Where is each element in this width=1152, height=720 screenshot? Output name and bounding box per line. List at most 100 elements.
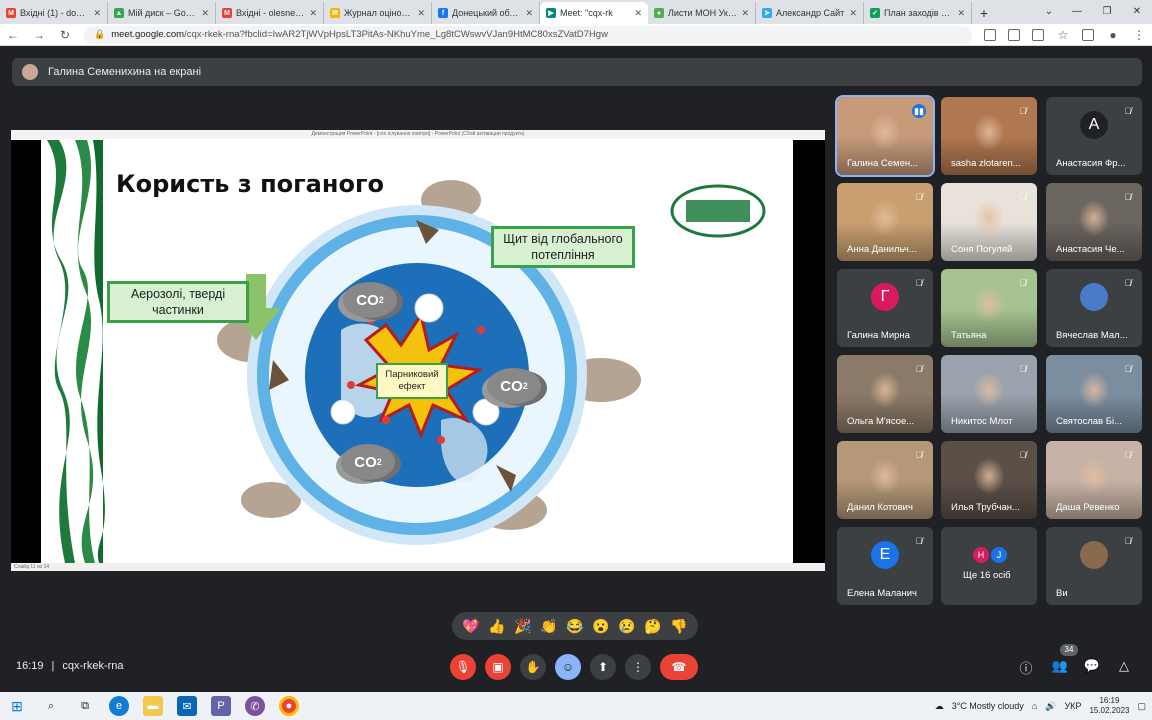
maximize-icon[interactable]: ❐ [1092, 0, 1122, 22]
chrome-icon[interactable]: ● [279, 696, 299, 716]
participant-tile[interactable]: 🎙̸ Вячеслав Мал... [1046, 269, 1142, 347]
participant-tile[interactable]: Г 🎙̸ Галина Мирна [837, 269, 933, 347]
share-icon[interactable] [1032, 28, 1044, 41]
end-call-button[interactable]: ☎ [660, 654, 698, 680]
close-tab-icon[interactable]: ✕ [634, 8, 642, 19]
green-wave-border [41, 140, 105, 563]
participant-tile[interactable]: А 🎙̸ Анастасия Фр... [1046, 97, 1142, 175]
forward-icon[interactable]: → [32, 28, 46, 42]
mic-off-button[interactable]: 🎙 [450, 654, 476, 680]
new-tab-button[interactable]: + [972, 2, 996, 24]
participant-tile[interactable]: 🎙̸ Никитос Млот [941, 355, 1037, 433]
viber-icon[interactable]: ✆ [245, 696, 265, 716]
close-tab-icon[interactable]: ✕ [741, 8, 749, 19]
windows-start-icon[interactable]: ⊞ [7, 696, 27, 716]
tab-search-icon[interactable]: ⌄ [1034, 0, 1064, 22]
reaction-emoji[interactable]: 👎 [670, 618, 687, 635]
participant-name: Вячеслав Мал... [1056, 330, 1128, 341]
sidebar-icon[interactable] [1082, 28, 1094, 41]
chat-icon: 💬 [1083, 658, 1101, 673]
mic-muted-icon: 🎙̸ [1124, 536, 1132, 546]
participant-tile[interactable]: ▮▮ Галина Семен... [835, 95, 935, 177]
participant-tile[interactable]: 🎙̸ Данил Котович [837, 441, 933, 519]
browser-tab[interactable]: ▲ Мій диск – Google ✕ [108, 2, 216, 24]
participant-tile[interactable]: 🎙̸ Илья Трубчан... [941, 441, 1037, 519]
url-field[interactable]: 🔒 meet.google.com/cqx-rkek-rna?fbclid=Iw… [84, 25, 972, 44]
browser-tab[interactable]: ➤ Александр Сайт ✕ [756, 2, 864, 24]
mic-muted-icon: 🎙̸ [1124, 106, 1132, 116]
browser-tab[interactable]: M Вхідні (1) - donce ✕ [0, 2, 108, 24]
search-icon[interactable]: ⌕ [41, 696, 61, 716]
close-tab-icon[interactable]: ✕ [957, 8, 965, 19]
weather-text[interactable]: 3°C Mostly cloudy [952, 701, 1024, 711]
network-icon[interactable]: ⌂ [1032, 701, 1037, 711]
reaction-emoji[interactable]: 😮 [592, 618, 609, 635]
participant-tile[interactable]: 🎙̸ sasha zlotaren... [941, 97, 1037, 175]
mail-icon[interactable]: ✉ [177, 696, 197, 716]
close-tab-icon[interactable]: ✕ [849, 8, 857, 19]
language-indicator[interactable]: УКР [1064, 701, 1081, 711]
participant-tile[interactable]: 🎙̸ Соня Погуляй [941, 183, 1037, 261]
reload-icon[interactable]: ↻ [58, 28, 72, 42]
participant-name: Данил Котович [847, 502, 913, 513]
minimize-icon[interactable]: — [1062, 0, 1092, 22]
browser-tab[interactable]: ● Листи МОН Украї ✕ [648, 2, 756, 24]
people-button[interactable]: 👥 [1050, 658, 1070, 676]
activities-button[interactable]: △ [1114, 658, 1134, 676]
reaction-emoji[interactable]: 🎉 [514, 618, 531, 635]
camera-indicator-icon[interactable] [984, 28, 996, 41]
present-button[interactable]: ⬆ [590, 654, 616, 680]
reactions-button[interactable]: ☺ [555, 654, 581, 680]
participant-tile[interactable]: Н J Ще 16 осіб [941, 527, 1037, 605]
chat-button[interactable]: 💬 [1082, 658, 1102, 676]
participant-tile[interactable]: 🎙̸ Анастасия Че... [1046, 183, 1142, 261]
close-tab-icon[interactable]: ✕ [201, 8, 209, 19]
reaction-emoji[interactable]: 💖 [462, 618, 479, 635]
participant-tile[interactable]: 🎙̸ Ольга М'ясое... [837, 355, 933, 433]
reaction-emoji[interactable]: 👍 [488, 618, 505, 635]
reaction-emoji[interactable]: 🤔 [644, 618, 661, 635]
browser-tab[interactable]: M Вхідні - olesnevic ✕ [216, 2, 324, 24]
reaction-emoji[interactable]: 😂 [566, 618, 583, 635]
app-p-icon[interactable]: P [211, 696, 231, 716]
browser-tab[interactable]: f Донецький облас ✕ [432, 2, 540, 24]
close-tab-icon[interactable]: ✕ [525, 8, 533, 19]
taskbar-clock[interactable]: 16:19 15.02.2023 [1089, 696, 1129, 716]
participant-name: Даша Ревенко [1056, 502, 1120, 513]
browser-tab-bar: M Вхідні (1) - donce ✕ ▲ Мій диск – Google ✕ M… [0, 0, 1152, 24]
meeting-details-button[interactable]: ⓘ [1016, 658, 1036, 676]
camera-off-button[interactable]: ▣ [485, 654, 511, 680]
profile-avatar-icon[interactable]: ● [1106, 28, 1120, 42]
participant-tile[interactable]: 🎙̸ Святослав Бі... [1046, 355, 1142, 433]
file-explorer-icon[interactable]: ▬ [143, 696, 163, 716]
back-icon[interactable]: ← [6, 28, 20, 42]
close-tab-icon[interactable]: ✕ [417, 8, 425, 19]
reaction-emoji[interactable]: 👏 [540, 618, 557, 635]
tab-title: План заходів НП [884, 8, 954, 18]
bookmark-star-icon[interactable]: ☆ [1056, 28, 1070, 42]
browser-tab[interactable]: ✓ План заходів НП ✕ [864, 2, 972, 24]
notifications-icon[interactable]: ▢ [1137, 701, 1146, 712]
browser-tab[interactable]: Ж Журнал оцінок: Г ✕ [324, 2, 432, 24]
close-tab-icon[interactable]: ✕ [309, 8, 317, 19]
reaction-emoji[interactable]: 😢 [618, 618, 635, 635]
close-tab-icon[interactable]: ✕ [93, 8, 101, 19]
browser-tab[interactable]: ▶ Meet: "cqx-rk ✕ [540, 2, 648, 24]
volume-icon[interactable]: 🔊 [1045, 701, 1056, 712]
more-options-button[interactable]: ⋮ [625, 654, 651, 680]
shield-box: Щит від глобального потепління [491, 226, 635, 268]
participant-tile[interactable]: 🎙̸ Татьяна [941, 269, 1037, 347]
participant-tile[interactable]: Е 🎙̸ Елена Маланич [837, 527, 933, 605]
participant-tile[interactable]: 🎙̸ Ви [1046, 527, 1142, 605]
close-window-icon[interactable]: ✕ [1122, 0, 1152, 22]
edge-icon[interactable]: e [109, 696, 129, 716]
tab-title: Мій диск – Google [128, 8, 198, 18]
participant-tile[interactable]: 🎙̸ Анна Данильч... [837, 183, 933, 261]
shared-screen: Демонстрация PowerPoint - [сло іслування… [11, 130, 825, 571]
translate-icon[interactable] [1008, 28, 1020, 41]
participant-tile[interactable]: 🎙̸ Даша Ревенко [1046, 441, 1142, 519]
menu-dots-icon[interactable]: ⋮ [1132, 28, 1146, 42]
task-view-icon[interactable]: ⧉ [75, 696, 95, 716]
mic-muted-icon: 🎙̸ [1019, 192, 1027, 202]
raise-hand-button[interactable]: ✋ [520, 654, 546, 680]
